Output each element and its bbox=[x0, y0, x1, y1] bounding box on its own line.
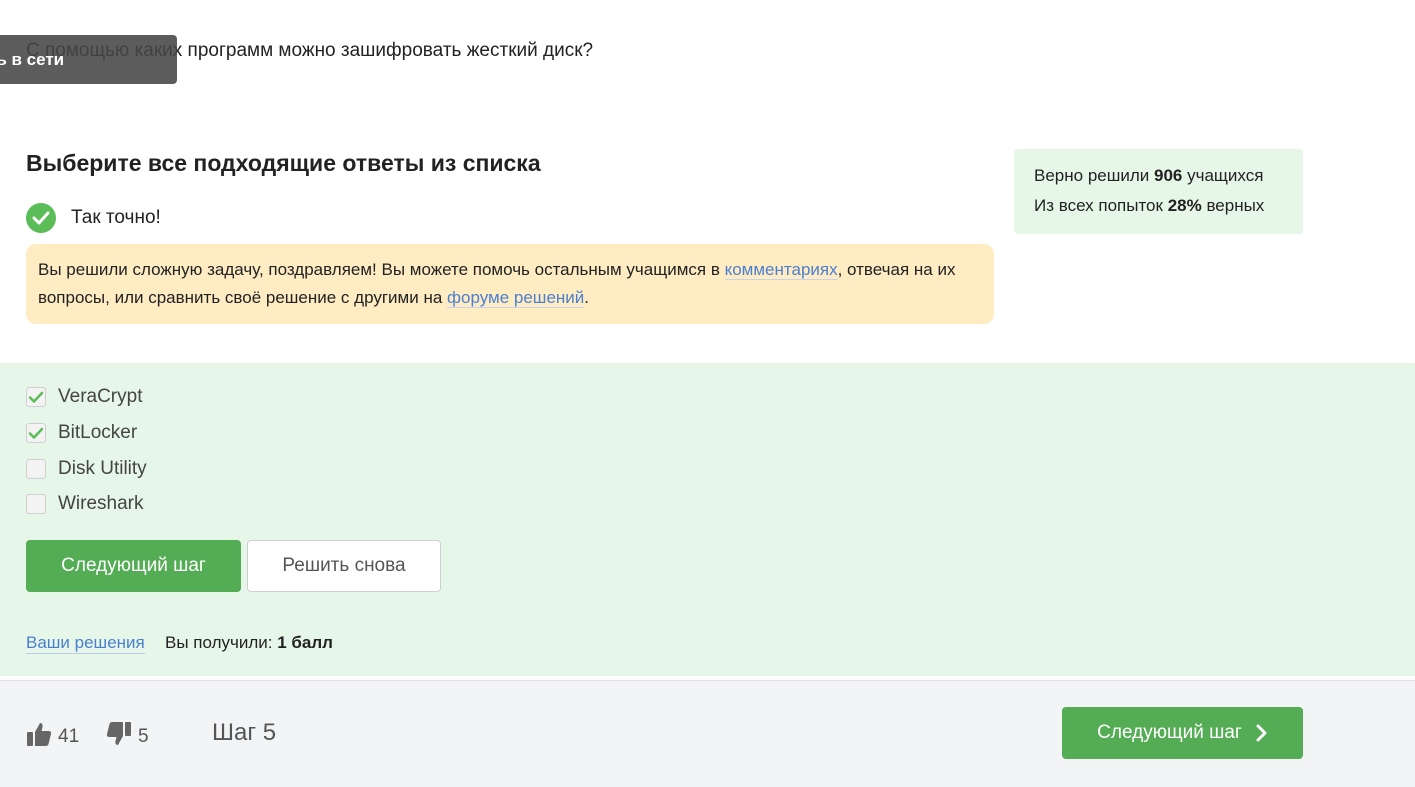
your-solutions-link[interactable]: Ваши решения bbox=[26, 633, 145, 654]
solved-prefix: Верно решили bbox=[1034, 166, 1154, 185]
dislike-count: 5 bbox=[138, 726, 149, 747]
like-count: 41 bbox=[58, 726, 80, 747]
checkbox-checked-icon[interactable] bbox=[26, 423, 46, 443]
footer-next-step-button[interactable]: Следующий шаг bbox=[1062, 707, 1303, 759]
correct-status: Так точно! bbox=[26, 203, 161, 233]
checkbox-unchecked[interactable] bbox=[26, 494, 46, 514]
congrats-text-3: . bbox=[584, 288, 590, 307]
option-wireshark[interactable]: Wireshark bbox=[26, 493, 144, 515]
checkbox-unchecked[interactable] bbox=[26, 459, 46, 479]
online-tooltip: ть в сети bbox=[0, 35, 177, 84]
step-page: С помощью каких программ можно зашифрова… bbox=[0, 0, 1415, 787]
option-label: Disk Utility bbox=[58, 458, 147, 479]
attempts-prefix: Из всех попыток bbox=[1034, 196, 1168, 215]
retry-button[interactable]: Решить снова bbox=[247, 540, 441, 592]
option-label: BitLocker bbox=[58, 422, 138, 443]
correct-status-text: Так точно! bbox=[71, 207, 161, 228]
option-disk-utility[interactable]: Disk Utility bbox=[26, 458, 147, 480]
option-bitlocker[interactable]: BitLocker bbox=[26, 422, 137, 444]
online-tooltip-label: ть в сети bbox=[0, 49, 65, 69]
attempts-percent: 28% bbox=[1167, 196, 1202, 215]
attempts-suffix: верных bbox=[1201, 196, 1265, 215]
score-prefix: Вы получили: bbox=[165, 633, 278, 652]
check-circle-icon bbox=[26, 203, 56, 233]
solved-suffix: учащихся bbox=[1182, 166, 1264, 185]
option-label: Wireshark bbox=[58, 493, 144, 514]
option-veracrypt[interactable]: VeraCrypt bbox=[26, 386, 142, 408]
thumbs-up-icon bbox=[26, 721, 52, 753]
congrats-message: Вы решили сложную задачу, поздравляем! В… bbox=[26, 244, 994, 324]
checkbox-checked-icon[interactable] bbox=[26, 387, 46, 407]
task-title: Выберите все подходящие ответы из списка bbox=[26, 150, 541, 176]
congrats-text-1: Вы решили сложную задачу, поздравляем! В… bbox=[38, 260, 725, 279]
solved-count-row: Верно решили 906 учащихся bbox=[1034, 161, 1283, 191]
score-text: Вы получили: 1 балл bbox=[165, 633, 333, 653]
next-step-button[interactable]: Следующий шаг bbox=[26, 540, 241, 592]
footer-next-step-label: Следующий шаг bbox=[1097, 722, 1242, 743]
dislike-button[interactable]: 5 bbox=[106, 721, 149, 753]
attempts-row: Из всех попыток 28% верных bbox=[1034, 191, 1283, 221]
solutions-forum-link[interactable]: форуме решений bbox=[447, 288, 585, 308]
step-number: Шаг 5 bbox=[212, 719, 277, 746]
solved-count: 906 bbox=[1154, 166, 1183, 185]
comments-link[interactable]: комментариях bbox=[724, 260, 838, 280]
score-value: 1 балл bbox=[277, 633, 333, 652]
answer-area bbox=[0, 363, 1415, 676]
thumbs-down-icon bbox=[106, 721, 132, 753]
solve-stats: Верно решили 906 учащихся Из всех попыто… bbox=[1014, 149, 1303, 234]
chevron-right-icon bbox=[1256, 724, 1268, 742]
option-label: VeraCrypt bbox=[58, 386, 143, 407]
step-footer: 41 5 Шаг 5 Следующий шаг bbox=[0, 680, 1415, 787]
like-button[interactable]: 41 bbox=[26, 721, 79, 753]
